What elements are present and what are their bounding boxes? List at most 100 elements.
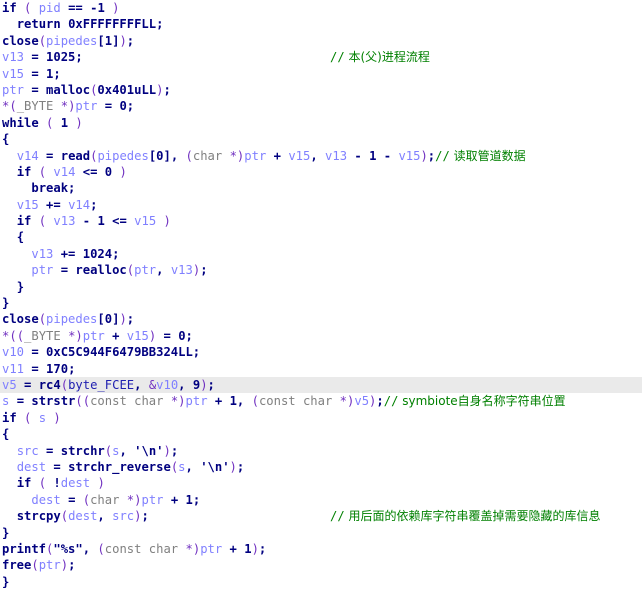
comment-text: symbiote自身名称字符串位置 [398,394,566,409]
code-line-text: if ( pid == -1 ) [2,1,119,15]
code-line[interactable]: v13 += 1024; [0,246,642,262]
code-line[interactable]: src = strchr(s, '\n'); [0,443,642,459]
code-comment[interactable]: // 用后面的依赖库字符串覆盖掉需要隐藏的库信息 [330,508,601,524]
code-line[interactable]: v14 = read(pipedes[0], (char *)ptr + v15… [0,148,642,164]
code-token-lvar: v14 [53,164,76,179]
code-line-text: } [2,280,24,294]
code-token-punct: ( [97,541,105,556]
code-line-text: ptr = realloc(ptr, v13); [2,263,207,277]
code-line[interactable]: *((_BYTE *)ptr + v15) = 0; [0,328,642,344]
code-line[interactable]: break; [0,180,642,196]
code-token-punct: ( [251,394,259,409]
code-token-punct: ) [192,541,201,556]
code-token-lvar: v10 [2,345,25,360]
code-token-op: <= [82,164,98,179]
code-line[interactable]: v13 = 1025; // 本(父)进程流程 [0,49,642,65]
code-line[interactable]: } [0,574,642,590]
code-comment[interactable]: // symbiote自身名称字符串位置 [384,394,566,408]
code-line-text: src = strchr(s, '\n'); [2,444,179,458]
code-comment[interactable]: // 本(父)进程流程 [330,49,430,65]
code-token-punct: ) [75,115,83,130]
code-line[interactable]: *(_BYTE *)ptr = 0; [0,98,642,114]
code-token-punct: ( [16,328,25,343]
code-line[interactable]: } [0,295,642,311]
code-token-num: 0xC5C944F6479BB324LL [46,345,193,360]
code-line[interactable]: dest = strchr_reverse(s, '\n'); [0,459,642,475]
code-token-plain: ; [75,50,83,65]
code-line[interactable]: { [0,229,642,245]
code-line[interactable]: v15 += v14; [0,197,642,213]
code-line[interactable]: { [0,426,642,442]
code-line-text: printf("%s", (const char *)ptr + 1); [2,542,266,556]
code-line[interactable]: if ( v13 - 1 <= v15 ) [0,213,642,229]
code-token-plain: ; [53,66,61,81]
code-token-num: 0 [119,99,127,114]
code-line-text: v15 = 1; [2,67,61,81]
code-token-plain: ; [192,492,201,507]
code-line[interactable]: } [0,525,642,541]
code-token-num: 1 [185,492,193,507]
code-line[interactable]: free(ptr); [0,557,642,573]
code-line[interactable]: } [0,279,642,295]
code-token-punct: * [185,541,193,556]
code-line[interactable]: v10 = 0xC5C944F6479BB324LL; [0,344,642,360]
code-token-gvar: byte_FCEE [68,377,135,392]
code-line[interactable]: if ( s ) [0,410,642,426]
code-token-num: 0 [178,328,186,343]
code-token-num: 1 [104,33,113,48]
code-line[interactable]: v11 = 170; [0,361,642,377]
code-token-num: [ [97,312,105,327]
code-token-plain: ; [258,541,267,556]
code-line-text: { [2,132,9,146]
code-line[interactable]: close(pipedes[1]); [0,33,642,49]
code-line[interactable]: printf("%s", (const char *)ptr + 1); [0,541,642,557]
code-line[interactable]: s = strstr((const char *)ptr + 1, (const… [0,393,642,409]
code-token-punct: ( [38,164,47,179]
code-line[interactable]: close(pipedes[0]); [0,311,642,327]
code-line[interactable]: strcpy(dest, src); // 用后面的依赖库字符串覆盖掉需要隐藏的库… [0,508,642,524]
code-token-op: - [82,214,91,229]
code-line[interactable]: v15 = 1; [0,66,642,82]
code-line[interactable]: return 0xFFFFFFFFLL; [0,16,642,32]
code-token-type: _BYTE [24,328,61,343]
code-line[interactable]: dest = (char *)ptr + 1; [0,492,642,508]
code-line[interactable]: if ( !dest ) [0,475,642,491]
code-line[interactable]: v5 = rc4(byte_FCEE, &v10, 9); [0,376,642,394]
code-line-text: strcpy(dest, src); [2,509,149,523]
code-token-punct: ( [38,214,47,229]
code-line[interactable]: ptr = realloc(ptr, v13); [0,262,642,278]
code-token-num: 0x401uLL [97,82,157,97]
code-line[interactable]: ptr = malloc(0x401uLL); [0,82,642,98]
code-line[interactable]: while ( 1 ) [0,115,642,131]
code-token-plain: } [2,296,10,311]
code-comment[interactable]: // 读取管道数据 [435,149,526,163]
code-line[interactable]: if ( v14 <= 0 ) [0,164,642,180]
pseudocode-listing[interactable]: if ( pid == -1 ) return 0xFFFFFFFFLL; clo… [0,0,642,589]
code-line[interactable]: if ( pid == -1 ) [0,0,642,16]
code-line-text: break; [2,181,75,195]
code-line[interactable]: { [0,131,642,147]
code-token-punct: ) [163,214,171,229]
code-token-punct: ) [53,410,61,425]
code-token-lvar: s [38,410,47,425]
code-token-op: += [60,246,76,261]
code-token-num: 1 [244,541,252,556]
